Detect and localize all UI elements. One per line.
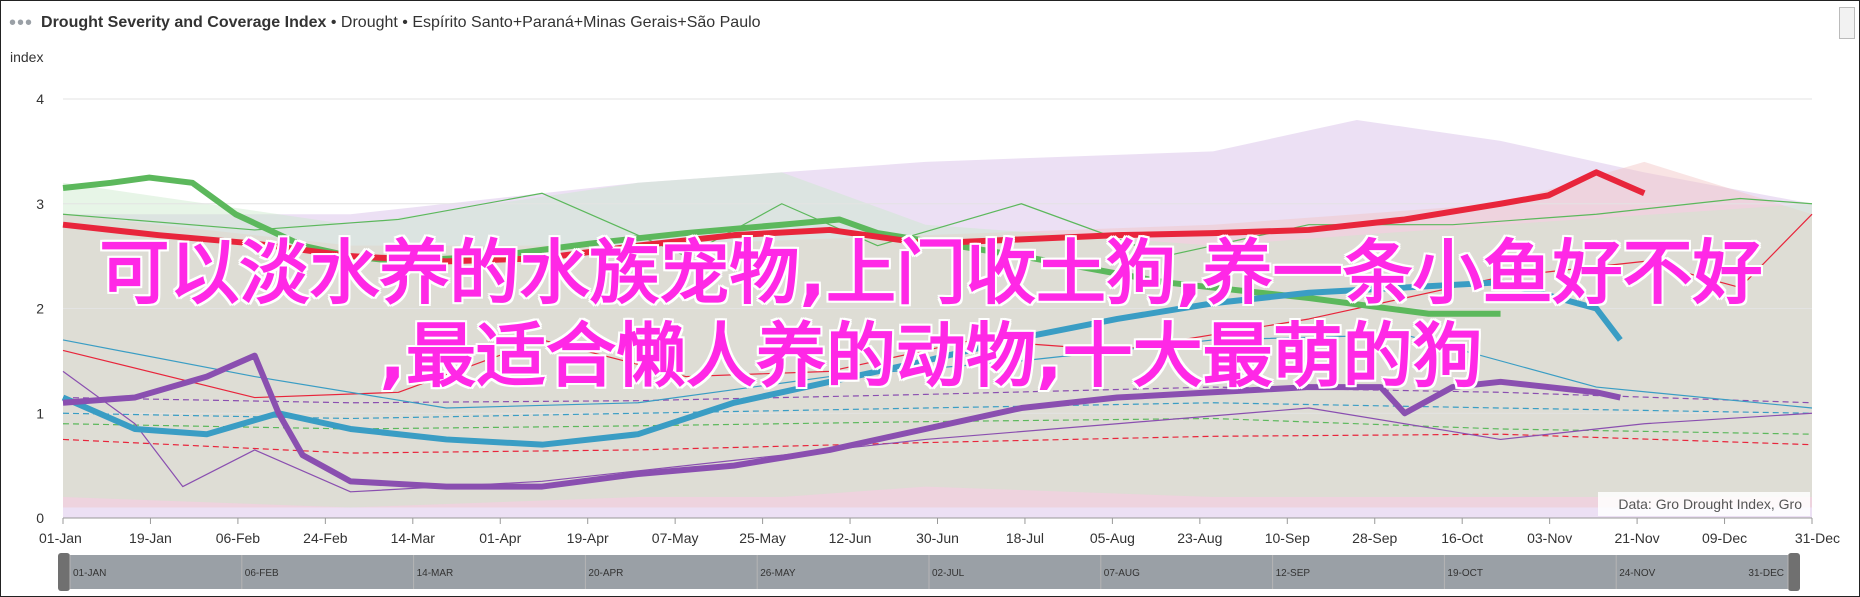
x-tick-label: 06-Feb xyxy=(216,530,261,546)
range-navigator[interactable]: 01-JAN 06-FEB 14-MAR 20-APR 26-MAY 02-JUL 07-A… xyxy=(58,553,1800,591)
source-text: Data: Gro Drought Index, Gro xyxy=(1618,496,1802,512)
y-tick-label: 1 xyxy=(36,405,44,421)
y-tick-label: 3 xyxy=(36,196,44,212)
x-tick-label: 30-Jun xyxy=(916,530,959,546)
navigator-tick-label: 26-MAY xyxy=(760,568,796,579)
watermark-overlay: 可以淡水养的水族宠物,上门收土狗,养一条小鱼好不好 ,最适合懒人养的动物,十大最… xyxy=(26,232,1836,398)
x-tick-label: 14-Mar xyxy=(391,530,436,546)
x-tick-label: 05-Aug xyxy=(1090,530,1135,546)
x-tick-label: 24-Feb xyxy=(303,530,348,546)
x-tick-label: 25-May xyxy=(739,530,786,546)
y-axis-label: index xyxy=(10,49,43,65)
x-tick-label: 01-Apr xyxy=(479,530,521,546)
x-tick-label: 16-Oct xyxy=(1441,530,1483,546)
navigator-left-handle[interactable] xyxy=(58,553,70,591)
navigator-tick-label: 01-JAN xyxy=(73,568,106,579)
x-tick-label: 21-Nov xyxy=(1615,530,1660,546)
y-tick-label: 4 xyxy=(36,91,44,107)
navigator-right-handle[interactable] xyxy=(1788,553,1800,591)
x-tick-label: 23-Aug xyxy=(1177,530,1222,546)
navigator-tick-label: 07-AUG xyxy=(1104,568,1140,579)
x-tick-labels: 01-Jan 19-Jan 06-Feb 24-Feb 14-Mar 01-Apr 19-A… xyxy=(39,518,1840,546)
x-tick-label: 09-Dec xyxy=(1702,530,1747,546)
navigator-tick-label: 14-MAR xyxy=(417,568,454,579)
x-tick-label: 03-Nov xyxy=(1527,530,1572,546)
y-tick-label: 0 xyxy=(36,510,44,526)
watermark-line-2: ,最适合懒人养的动物,十大最萌的狗 xyxy=(379,315,1483,397)
x-tick-label: 19-Jan xyxy=(129,530,172,546)
source-label: Data: Gro Drought Index, Gro xyxy=(1598,492,1810,516)
x-tick-label: 10-Sep xyxy=(1265,530,1310,546)
x-tick-label: 19-Apr xyxy=(567,530,609,546)
x-tick-label: 18-Jul xyxy=(1006,530,1044,546)
navigator-tick-label: 31-DEC xyxy=(1748,568,1784,579)
x-tick-label: 28-Sep xyxy=(1352,530,1397,546)
x-tick-label: 07-May xyxy=(652,530,699,546)
navigator-tick-label: 20-APR xyxy=(588,568,623,579)
watermark-line-1: 可以淡水养的水族宠物,上门收土狗,养一条小鱼好不好 xyxy=(99,232,1763,314)
x-tick-label: 12-Jun xyxy=(829,530,872,546)
navigator-tick-label: 19-OCT xyxy=(1447,568,1483,579)
navigator-tick-label: 06-FEB xyxy=(245,568,279,579)
navigator-tick-label: 24-NOV xyxy=(1619,568,1655,579)
navigator-tick-label: 12-SEP xyxy=(1276,568,1311,579)
x-tick-label: 31-Dec xyxy=(1795,530,1840,546)
navigator-tick-label: 02-JUL xyxy=(932,568,965,579)
x-tick-label: 01-Jan xyxy=(39,530,82,546)
